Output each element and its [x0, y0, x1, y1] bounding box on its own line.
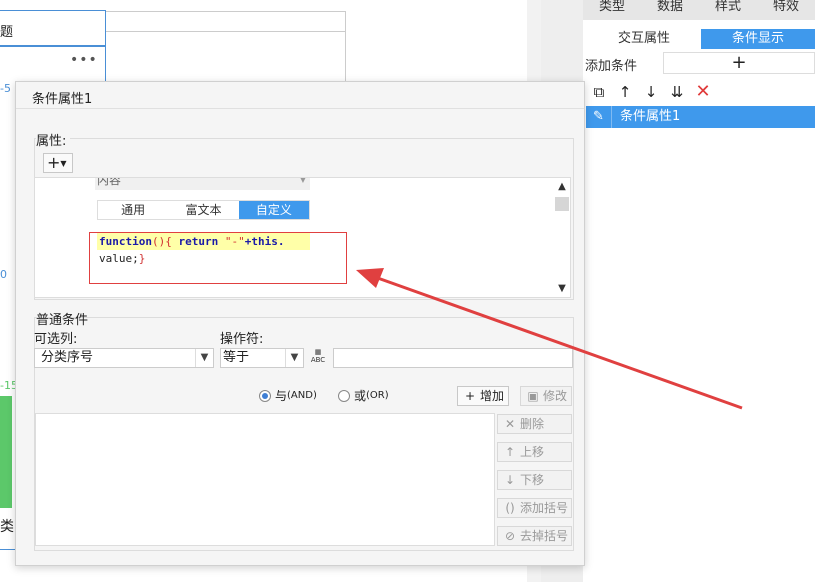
tab-effects[interactable]: 特效 [757, 0, 815, 20]
close-icon: ✕ [504, 417, 516, 431]
editor-mode-tabs: 通用 富文本 自定义 [97, 200, 310, 220]
condition-item-label: 条件属性1 [620, 109, 681, 124]
effects-subtabs: 交互属性 条件显示 [587, 29, 815, 49]
chevron-down-icon: ▼ [285, 349, 303, 367]
arrow-up-icon: ↑ [504, 445, 516, 459]
more-icon[interactable]: ••• [70, 52, 98, 68]
condition-list[interactable] [35, 413, 495, 546]
content-field[interactable]: 内容 ▼ [95, 178, 310, 190]
and-option[interactable]: 与 (AND) [259, 387, 317, 404]
move-up-icon[interactable]: ↑ [615, 82, 635, 102]
arrow-down-icon: ↓ [504, 473, 516, 487]
tab-interaction-props[interactable]: 交互属性 [587, 29, 701, 49]
card-header: 题 [0, 11, 105, 47]
tab-general[interactable]: 通用 [98, 201, 168, 219]
or-option[interactable]: 或 (OR) [338, 387, 389, 404]
property-panel: 类型 数据 样式 特效 交互属性 条件显示 添加条件 + ⧉ ↑ ↓ ⇊ ✕ ✎… [583, 0, 815, 582]
optional-column-select[interactable]: 分类序号 ▼ [34, 348, 214, 368]
chart-bar [0, 396, 12, 508]
chevron-down-icon: ▼ [195, 349, 213, 367]
add-attribute-dropdown[interactable]: +▼ [43, 153, 73, 173]
add-condition-button[interactable]: + [663, 52, 815, 74]
tab-custom[interactable]: 自定义 [238, 201, 309, 219]
move-down-button[interactable]: ↓ 下移 [497, 470, 572, 490]
add-bracket-button[interactable]: () 添加括号 [497, 498, 572, 518]
bracket-icon: () [505, 501, 515, 515]
editor-scrollbar[interactable]: ▲ ▼ [555, 180, 569, 296]
condition-attribute-dialog: 条件属性1 属性: +▼ 内容 ▼ 通用 富文本 自定义 function(){ … [15, 81, 585, 566]
remove-bracket-button[interactable]: ⊘ 去掉括号 [497, 526, 572, 546]
tab-conditional-display[interactable]: 条件显示 [701, 29, 815, 49]
move-down-icon[interactable]: ↓ [641, 82, 661, 102]
tab-type[interactable]: 类型 [583, 0, 641, 20]
property-tabs: 类型 数据 样式 特效 [583, 0, 815, 20]
condition-value-input[interactable] [333, 348, 573, 368]
general-condition-label: 普通条件 [36, 313, 89, 328]
tab-rich-text[interactable]: 富文本 [168, 201, 238, 219]
condition-toolbar: ⧉ ↑ ↓ ⇊ ✕ [589, 82, 713, 102]
optional-column-label: 可选列: [34, 332, 78, 347]
value-type-icon[interactable]: ▦ ABC [309, 348, 327, 368]
operator-select[interactable]: 等于 ▼ [220, 348, 304, 368]
tab-style[interactable]: 样式 [699, 0, 757, 20]
copy-icon[interactable]: ⧉ [589, 82, 609, 102]
condition-list-item[interactable]: ✎ 条件属性1 [586, 106, 815, 128]
background-text: 类 [0, 519, 14, 535]
move-up-button[interactable]: ↑ 上移 [497, 442, 572, 462]
highlight-box [89, 232, 347, 284]
tab-data[interactable]: 数据 [641, 0, 699, 20]
scroll-down-icon[interactable]: ▼ [555, 282, 569, 296]
delete-icon[interactable]: ✕ [693, 82, 713, 102]
operator-label: 操作符: [220, 332, 264, 347]
scroll-up-icon[interactable]: ▲ [555, 180, 569, 194]
or-radio[interactable] [338, 389, 350, 402]
edit-icon: ▣ [527, 389, 539, 403]
move-bottom-icon[interactable]: ⇊ [667, 82, 687, 102]
remove-bracket-icon: ⊘ [504, 529, 516, 543]
axis-number: -5 [0, 82, 11, 95]
delete-button[interactable]: ✕ 删除 [497, 414, 572, 434]
axis-number: 0 [0, 268, 7, 281]
modify-button[interactable]: ▣ 修改 [520, 386, 572, 406]
edit-icon[interactable]: ✎ [586, 106, 612, 128]
plus-icon: + [464, 389, 476, 403]
add-button[interactable]: + 增加 [457, 386, 509, 406]
dialog-title: 条件属性1 [32, 92, 93, 107]
attributes-label: 属性: [36, 130, 71, 149]
and-radio[interactable] [259, 389, 271, 402]
add-condition-label: 添加条件 [585, 59, 638, 74]
